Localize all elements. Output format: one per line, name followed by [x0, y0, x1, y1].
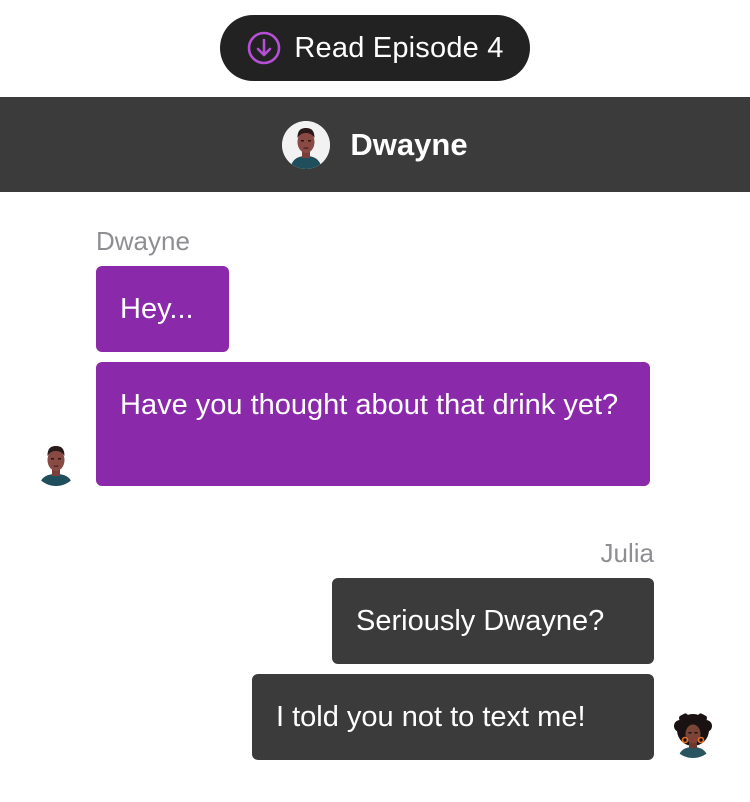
message-text: Have you thought about that drink yet? — [120, 389, 619, 421]
sender-name-dwayne: Dwayne — [96, 226, 190, 256]
read-episode-label: Read Episode 4 — [294, 31, 504, 64]
message-bubble-outgoing: I told you not to text me! — [252, 674, 654, 760]
chat-header: Dwayne — [0, 97, 750, 192]
message-bubble-incoming: Hey... — [96, 266, 229, 352]
julia-avatar[interactable] — [670, 712, 716, 758]
dwayne-avatar[interactable] — [33, 440, 79, 486]
read-episode-button[interactable]: Read Episode 4 — [220, 15, 530, 81]
dwayne-avatar[interactable] — [282, 120, 331, 169]
message-bubble-outgoing: Seriously Dwayne? — [332, 578, 654, 664]
message-bubble-incoming: Have you thought about that drink yet? — [96, 362, 650, 486]
sender-name-julia: Julia — [600, 538, 654, 568]
download-circle-icon — [246, 30, 282, 66]
message-text: Hey... — [120, 293, 194, 325]
message-text: Seriously Dwayne? — [356, 605, 605, 637]
chat-title: Dwayne — [350, 126, 468, 162]
message-text: I told you not to text me! — [276, 701, 586, 733]
